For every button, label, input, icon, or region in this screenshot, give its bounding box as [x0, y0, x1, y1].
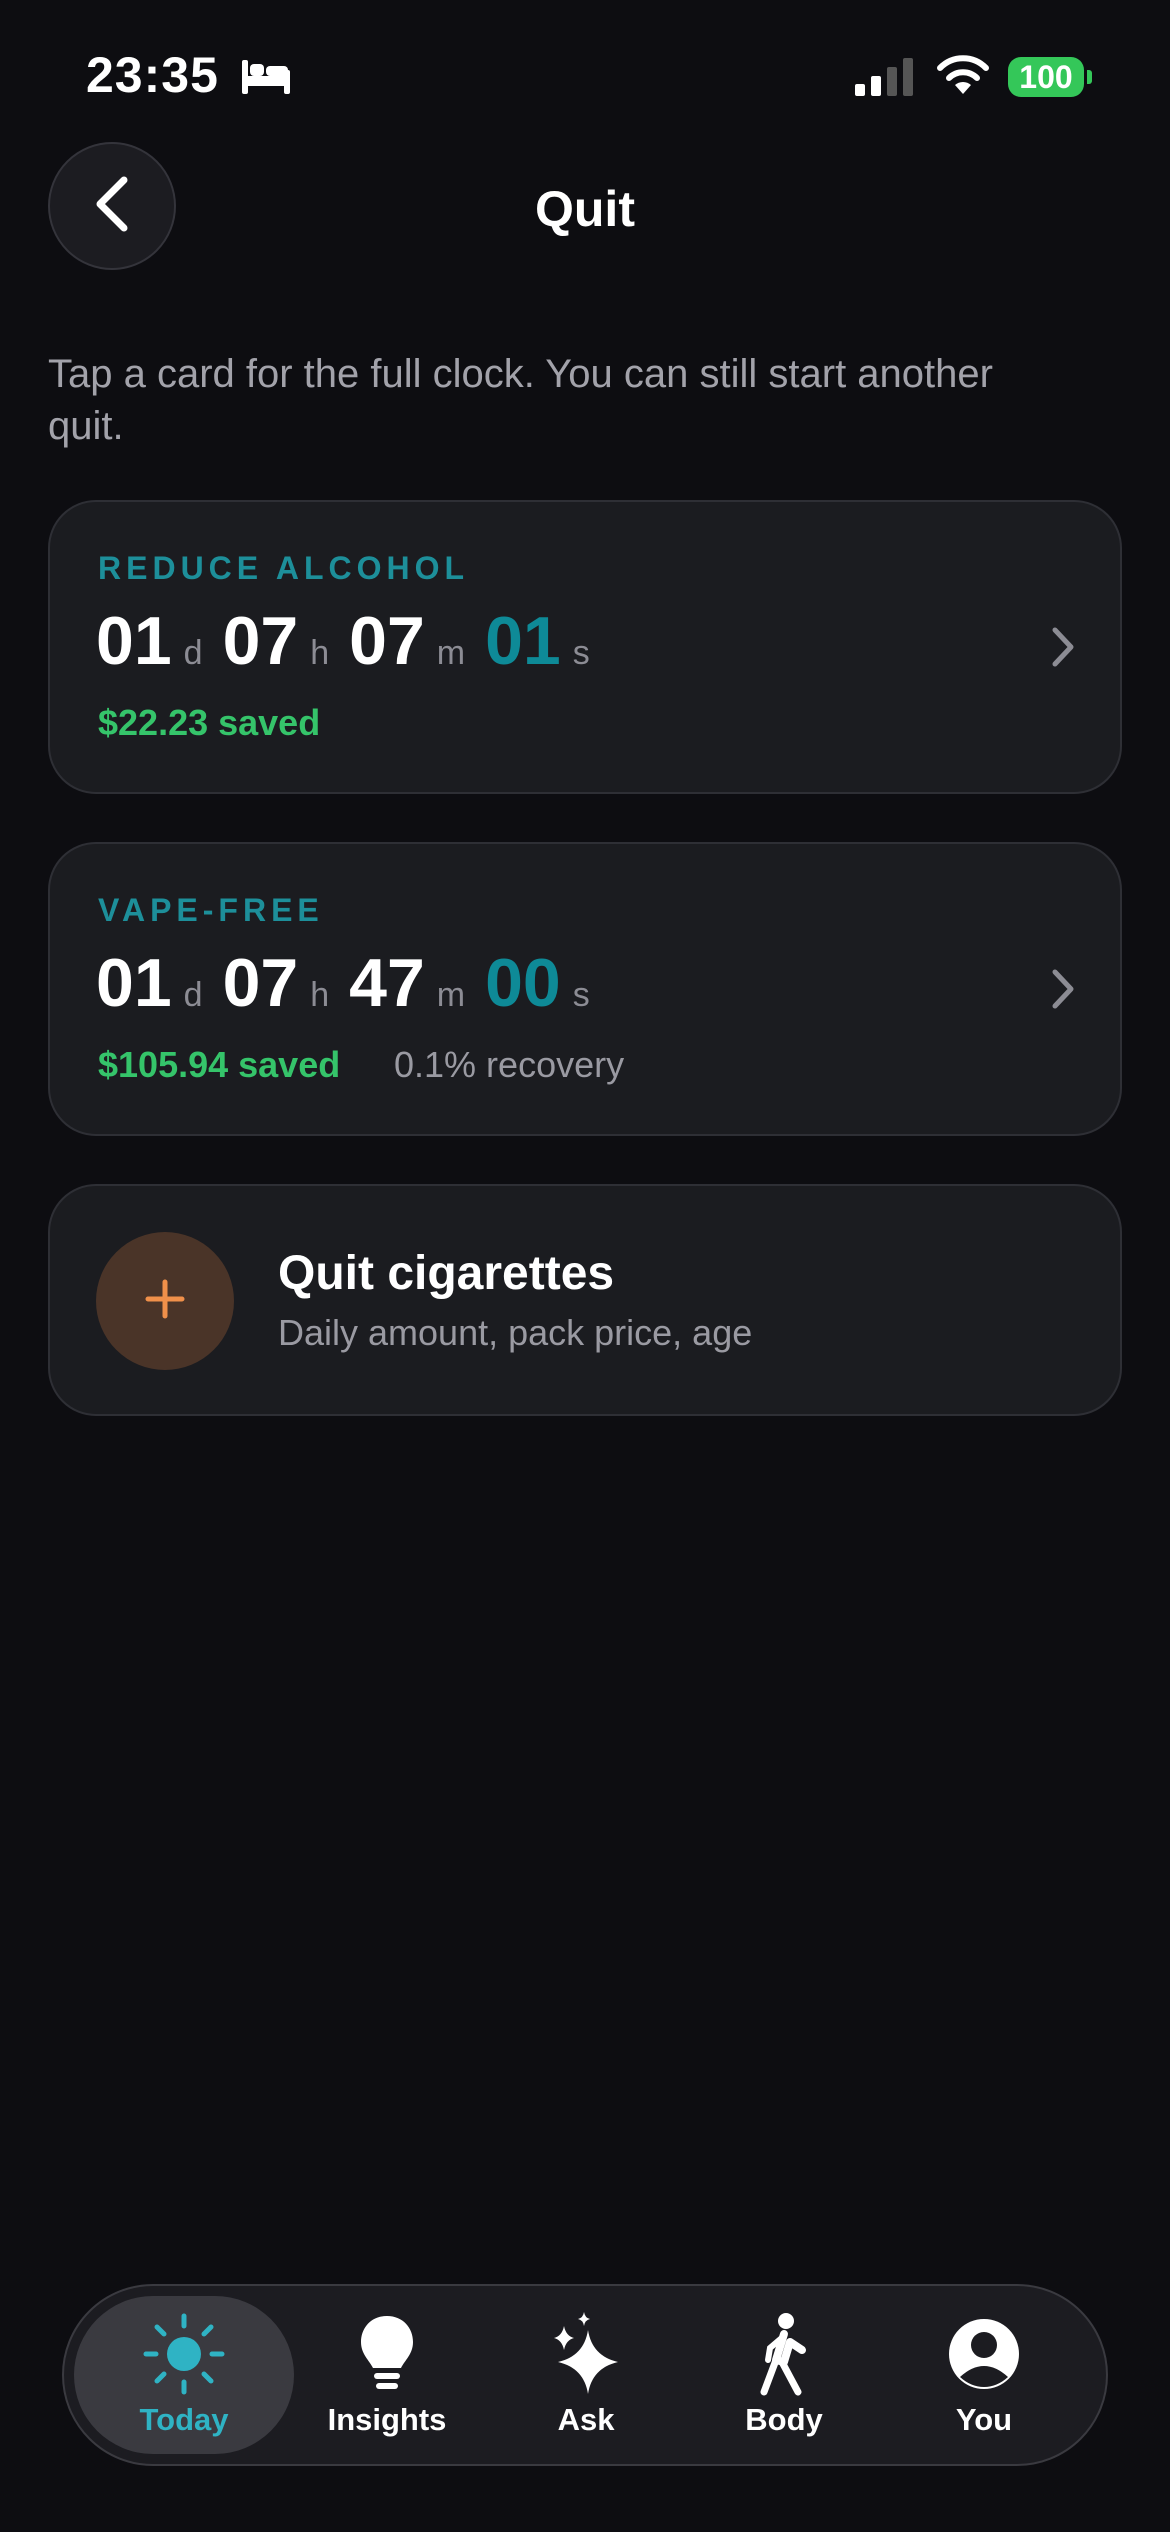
- walking-figure-icon: [754, 2312, 814, 2396]
- page-title: Quit: [535, 181, 635, 237]
- lightbulb-icon: [357, 2312, 417, 2396]
- battery-tip: [1087, 70, 1092, 84]
- status-time: 23:35: [86, 47, 219, 103]
- plus-icon: [144, 1278, 186, 1325]
- clock-days: 01: [96, 603, 172, 679]
- clock-hours: 07: [222, 945, 299, 1021]
- page-subtitle: Tap a card for the full clock. You can s…: [48, 352, 993, 448]
- tab-today[interactable]: Today: [74, 2296, 294, 2454]
- clock-minutes: 07: [349, 603, 425, 679]
- chevron-right-icon: [1050, 967, 1076, 1016]
- money-saved: $22.23 saved: [98, 702, 321, 743]
- clock-minutes-unit: m: [436, 976, 466, 1014]
- tab-body[interactable]: Body: [684, 2296, 884, 2454]
- add-quit-circle: [96, 1232, 234, 1370]
- money-saved: $105.94 saved: [98, 1044, 341, 1085]
- tab-label: You: [955, 2402, 1013, 2437]
- status-bar: 23:35 100: [0, 0, 1170, 150]
- clock-seconds: 01: [485, 603, 561, 679]
- tab-label: Today: [139, 2402, 229, 2437]
- chevron-right-icon: [1050, 625, 1076, 674]
- quit-clock: 01 d 07 h 47 m 00 s: [96, 944, 610, 1022]
- tab-you[interactable]: You: [884, 2296, 1084, 2454]
- quit-card-reduce-alcohol[interactable]: REDUCE ALCOHOL 01 d 07 h 07 m 01 s $22.23 sa…: [48, 500, 1122, 794]
- tab-label: Insights: [327, 2402, 447, 2437]
- add-quit-cigarettes-card[interactable]: Quit cigarettes Daily amount, pack price…: [48, 1184, 1122, 1416]
- sleep-mode-icon: [240, 56, 292, 101]
- tab-insights[interactable]: Insights: [287, 2296, 487, 2454]
- recovery-percent: 0.1% recovery: [394, 1044, 625, 1085]
- quit-card-label: VAPE-FREE: [98, 892, 324, 928]
- sun-icon: [142, 2312, 226, 2396]
- clock-minutes: 47: [349, 945, 425, 1021]
- person-circle-icon: [947, 2312, 1021, 2396]
- clock-hours-unit: h: [310, 634, 330, 672]
- clock-seconds-unit: s: [572, 976, 590, 1014]
- wifi-icon: [935, 54, 991, 101]
- battery-indicator: 100: [1008, 57, 1084, 97]
- clock-minutes-unit: m: [436, 634, 466, 672]
- clock-hours: 07: [222, 603, 299, 679]
- cellular-signal-icon: [855, 58, 917, 101]
- clock-days: 01: [96, 945, 172, 1021]
- clock-seconds: 00: [485, 945, 561, 1021]
- tab-label: Ask: [557, 2402, 615, 2437]
- quit-card-label: REDUCE ALCOHOL: [98, 550, 470, 586]
- clock-hours-unit: h: [310, 976, 330, 1014]
- add-quit-subtitle: Daily amount, pack price, age: [278, 1312, 753, 1353]
- clock-seconds-unit: s: [572, 634, 590, 672]
- clock-days-unit: d: [183, 634, 203, 672]
- tab-ask[interactable]: Ask: [486, 2296, 686, 2454]
- tab-label: Body: [745, 2402, 823, 2437]
- add-quit-title: Quit cigarettes: [278, 1247, 615, 1300]
- bottom-tab-bar: Today Insights Ask Body You: [62, 2284, 1108, 2466]
- clock-days-unit: d: [183, 976, 203, 1014]
- sparkles-icon: [550, 2312, 622, 2396]
- quit-clock: 01 d 07 h 07 m 01 s: [96, 602, 610, 680]
- quit-card-vape-free[interactable]: VAPE-FREE 01 d 07 h 47 m 00 s $105.94 saved …: [48, 842, 1122, 1136]
